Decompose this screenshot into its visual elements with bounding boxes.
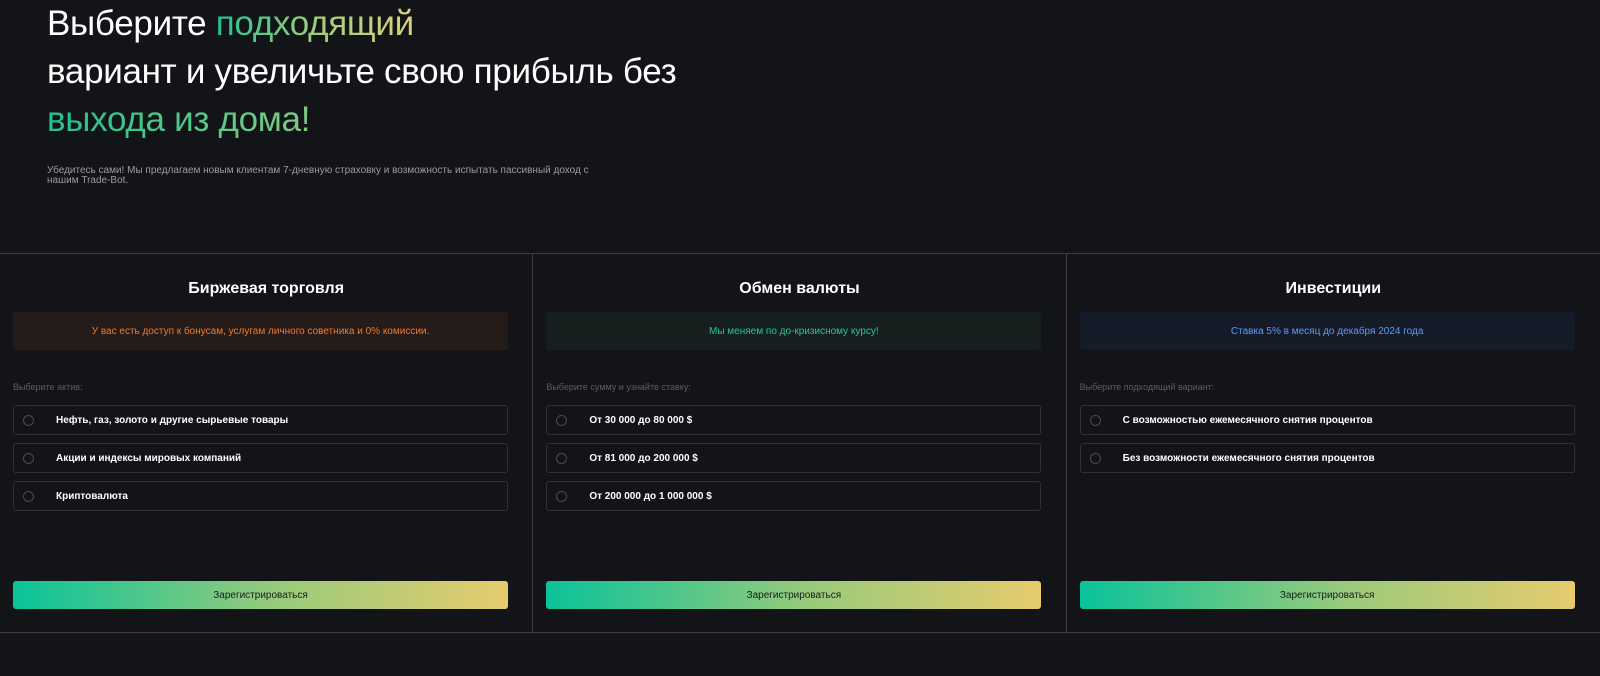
hero-title: Выберите подходящий вариант и увеличьте … — [47, 0, 747, 144]
hero-title-line-1: Выберите подходящий — [47, 0, 747, 48]
plan-card-currency-exchange: Обмен валюты Мы меняем по до-кризисному … — [533, 254, 1067, 632]
option-label: Без возможности ежемесячного снятия проц… — [1122, 452, 1375, 464]
option-monthly-withdrawal[interactable]: С возможностью ежемесячного снятия проце… — [1079, 405, 1575, 435]
field-label: Выберите подходящий вариант: — [1079, 382, 1215, 392]
option-list: Нефть, газ, золото и другие сырьевые тов… — [13, 405, 508, 519]
option-stocks-indices[interactable]: Акции и индексы мировых компаний — [13, 443, 508, 473]
option-label: Акции и индексы мировых компаний — [56, 452, 242, 464]
radio-button[interactable] — [1089, 414, 1101, 426]
option-label: Нефть, газ, золото и другие сырьевые тов… — [56, 414, 289, 426]
plan-notice: У вас есть доступ к бонусам, услугам лич… — [13, 312, 508, 350]
radio-button[interactable] — [556, 490, 568, 502]
register-button[interactable]: Зарегистрироваться — [1079, 581, 1575, 609]
option-label: От 81 000 до 200 000 $ — [589, 452, 698, 464]
option-amount-30k-80k[interactable]: От 30 000 до 80 000 $ — [546, 405, 1042, 435]
field-label: Выберите сумму и узнайте ставку: — [546, 382, 691, 392]
option-list: От 30 000 до 80 000 $ От 81 000 до 200 0… — [546, 405, 1042, 519]
plan-title: Инвестиции — [1285, 280, 1382, 297]
option-list: С возможностью ежемесячного снятия проце… — [1079, 405, 1575, 481]
hero-title-line-2: вариант и увеличьте свою прибыль без — [47, 52, 677, 91]
option-label: От 200 000 до 1 000 000 $ — [589, 490, 712, 502]
plan-title: Обмен валюты — [739, 280, 860, 297]
plan-title: Биржевая торговля — [188, 280, 345, 297]
hero-title-highlight-2: выхода из дома! — [47, 96, 747, 144]
radio-button[interactable] — [1089, 452, 1101, 464]
radio-button[interactable] — [23, 452, 34, 464]
hero-subtitle: Убедитесь сами! Мы предлагаем новым клие… — [47, 165, 589, 186]
hero-title-part1: Выберите — [47, 4, 216, 43]
plan-card-stock-trading: Биржевая торговля У вас есть доступ к бо… — [0, 254, 534, 632]
radio-button[interactable] — [23, 490, 34, 502]
plan-notice: Мы меняем по до-кризисному курсу! — [546, 312, 1042, 350]
plans-section: Биржевая торговля У вас есть доступ к бо… — [0, 253, 1600, 633]
radio-button[interactable] — [23, 414, 34, 426]
field-label: Выберите актив: — [13, 382, 83, 392]
register-button[interactable]: Зарегистрироваться — [546, 581, 1042, 609]
register-button[interactable]: Зарегистрироваться — [13, 581, 508, 609]
option-no-monthly-withdrawal[interactable]: Без возможности ежемесячного снятия проц… — [1079, 443, 1575, 473]
option-crypto[interactable]: Криптовалюта — [13, 481, 508, 511]
option-label: С возможностью ежемесячного снятия проце… — [1122, 414, 1373, 426]
radio-button[interactable] — [556, 452, 568, 464]
option-label: От 30 000 до 80 000 $ — [589, 414, 693, 426]
hero-section: Выберите подходящий вариант и увеличьте … — [47, 0, 747, 186]
option-amount-200k-1m[interactable]: От 200 000 до 1 000 000 $ — [546, 481, 1042, 511]
option-label: Криптовалюта — [56, 490, 128, 502]
radio-button[interactable] — [556, 414, 568, 426]
option-commodities[interactable]: Нефть, газ, золото и другие сырьевые тов… — [13, 405, 508, 435]
hero-title-highlight-1: подходящий — [215, 4, 414, 43]
option-amount-81k-200k[interactable]: От 81 000 до 200 000 $ — [546, 443, 1042, 473]
plan-notice: Ставка 5% в месяц до декабря 2024 года — [1079, 312, 1575, 350]
plan-card-investments: Инвестиции Ставка 5% в месяц до декабря … — [1067, 254, 1600, 632]
